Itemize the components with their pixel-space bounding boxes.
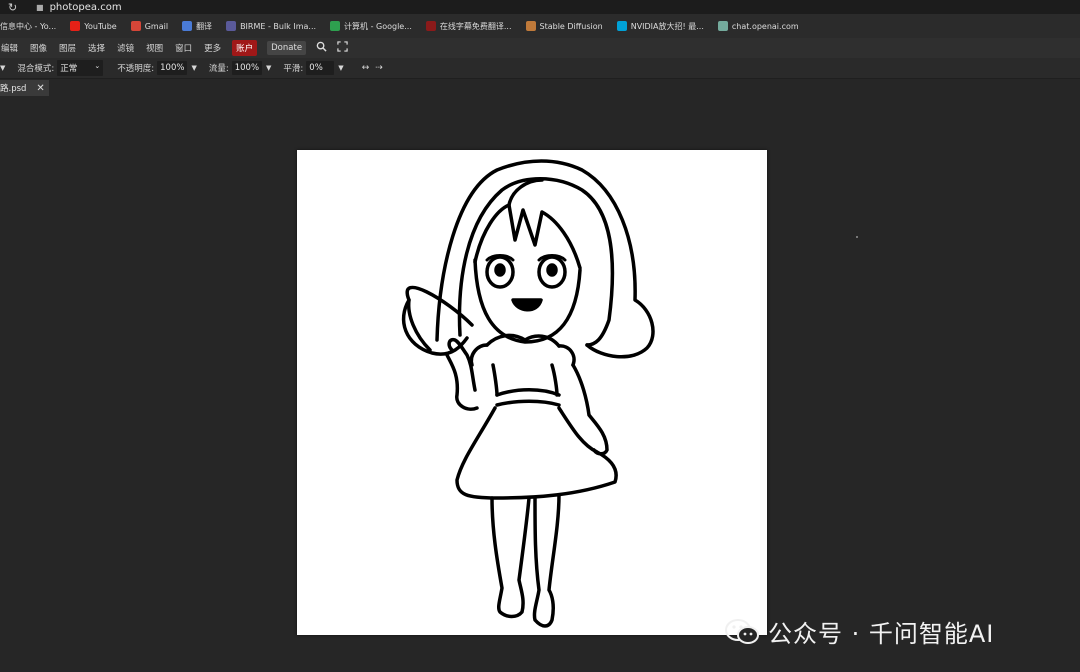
opacity-input[interactable]: 100% — [157, 61, 188, 75]
document-tab-label: 路.psd — [0, 84, 27, 94]
pressure-opacity-icon[interactable]: ↔ — [362, 63, 370, 73]
bookmark-label: 在线字幕免费翻译... — [439, 21, 512, 31]
tool-options-bar: ▼ 混合模式: 正常 ⌄ 不透明度: 100% ▼ 流量: 100% ▼ 平滑:… — [0, 58, 1080, 79]
blend-mode-label: 混合模式: — [17, 64, 55, 74]
menu-image[interactable]: 图像 — [29, 42, 48, 54]
bookmark-label: BIRME - Bulk Ima... — [240, 21, 317, 31]
bilibili-icon — [616, 21, 627, 31]
menu-window[interactable]: 窗口 — [174, 42, 193, 54]
subtitle-icon — [425, 21, 436, 31]
menu-edit[interactable]: 编辑 — [0, 42, 19, 54]
bookmark-label: 翻译 — [196, 21, 213, 31]
pressure-size-icon[interactable]: ⇢ — [375, 63, 383, 73]
watermark: 公众号 · 千问智能AI — [724, 614, 994, 649]
smoothing-label: 平滑: — [283, 64, 304, 74]
bookmark-label: chat.openai.com — [731, 21, 799, 31]
menu-more[interactable]: 更多 — [203, 42, 222, 54]
opacity-label: 不透明度: — [117, 64, 155, 74]
stable-diffusion-icon — [525, 21, 536, 31]
girl-sketch — [401, 159, 655, 628]
cursor-dot — [856, 236, 858, 238]
canvas-area[interactable] — [297, 150, 767, 635]
bookmark-label: 信息中心 - Yo... — [0, 21, 57, 31]
blend-mode-value: 正常 — [60, 64, 78, 74]
document-tabs: 路.psd ✕ — [0, 80, 49, 96]
menu-filter[interactable]: 滤镜 — [116, 42, 135, 54]
brush-preset-dropdown-icon[interactable]: ▼ — [0, 64, 5, 72]
close-icon[interactable]: ✕ — [36, 83, 44, 94]
bookmark-label: NVIDIA放大招! 最... — [630, 21, 704, 31]
smoothing-input[interactable]: 0% — [306, 61, 335, 75]
url-text[interactable]: photopea.com — [50, 2, 122, 13]
menu-select[interactable]: 选择 — [87, 42, 106, 54]
bookmark-item[interactable]: BIRME - Bulk Ima... — [226, 21, 316, 31]
gmail-icon — [130, 21, 141, 31]
search-icon[interactable] — [316, 41, 327, 55]
bookmark-label: 计算机 - Google... — [344, 21, 412, 31]
bookmark-item[interactable]: 在线字幕免费翻译... — [425, 21, 512, 32]
menu-view[interactable]: 视图 — [145, 42, 164, 54]
chevron-down-icon: ⌄ — [94, 62, 101, 70]
bookmark-item[interactable]: 信息中心 - Yo... — [0, 21, 56, 32]
translate-icon — [182, 21, 193, 31]
wechat-icon — [725, 618, 759, 644]
lock-icon: ■ — [36, 2, 44, 12]
bookmark-item[interactable]: YouTube — [70, 21, 117, 31]
bookmark-item[interactable]: chat.openai.com — [717, 21, 799, 31]
bookmark-item[interactable]: 计算机 - Google... — [330, 21, 412, 32]
fullscreen-icon[interactable] — [337, 41, 348, 55]
flow-dropdown-icon[interactable]: ▼ — [266, 64, 271, 72]
bookmark-label: Stable Diffusion — [539, 21, 603, 31]
drive-icon — [330, 21, 341, 31]
flow-input[interactable]: 100% — [231, 61, 263, 75]
bookmark-item[interactable]: Gmail — [130, 21, 169, 31]
flow-label: 流量: — [208, 64, 229, 74]
bookmark-item[interactable]: 翻译 — [182, 21, 212, 32]
menu-bar: 编辑 图像 图层 选择 滤镜 视图 窗口 更多 账户 Donate — [0, 38, 1080, 58]
birme-icon — [226, 21, 237, 31]
youtube-icon — [70, 21, 81, 31]
bookmark-item[interactable]: NVIDIA放大招! 最... — [616, 21, 704, 32]
blend-mode-select[interactable]: 正常 ⌄ — [57, 60, 104, 76]
opacity-dropdown-icon[interactable]: ▼ — [191, 64, 196, 72]
bookmark-item[interactable]: Stable Diffusion — [525, 21, 603, 31]
bookmarks-bar: 信息中心 - Yo... YouTube Gmail 翻译 BIRME - Bulk I… — [0, 14, 1080, 39]
openai-icon — [717, 21, 728, 31]
document-canvas[interactable] — [297, 150, 767, 635]
bookmark-label: Gmail — [144, 21, 169, 31]
tab-document[interactable]: 路.psd ✕ — [0, 80, 49, 96]
menu-layer[interactable]: 图层 — [58, 42, 77, 54]
bookmark-label: YouTube — [84, 21, 117, 31]
account-button[interactable]: 账户 — [232, 40, 258, 56]
smoothing-dropdown-icon[interactable]: ▼ — [338, 64, 343, 72]
reload-icon[interactable]: ↻ — [8, 1, 22, 14]
watermark-text: 公众号 · 千问智能AI — [768, 620, 995, 648]
address-bar[interactable]: ↻ ■ photopea.com — [0, 0, 1080, 14]
donate-button[interactable]: Donate — [267, 41, 307, 55]
